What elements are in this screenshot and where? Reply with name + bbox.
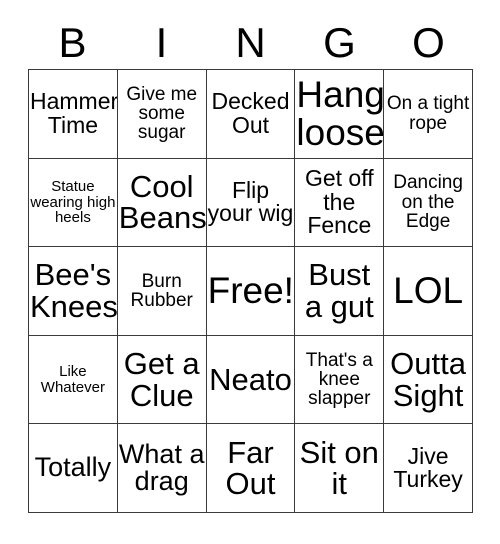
bingo-cell-label: Cool Beans [118, 168, 207, 236]
bingo-header-letter-g: G [323, 19, 356, 66]
bingo-cell[interactable]: Burn Rubber [117, 247, 207, 336]
bingo-cell-label: Free! [207, 270, 294, 312]
bingo-cell-label: Get a Clue [123, 345, 200, 413]
bingo-cell-label: Bust a gut [304, 257, 374, 324]
bingo-header-row: B I N G O [28, 18, 473, 68]
bingo-cell[interactable]: On a tight rope [384, 70, 473, 159]
bingo-cell[interactable]: That's a knee slapper [295, 335, 385, 425]
bingo-header-letter-o: O [412, 19, 445, 66]
bingo-cell-label: Give me some sugar [126, 83, 198, 144]
bingo-cell[interactable]: Far Out [206, 424, 296, 513]
bingo-cell-label: That's a knee slapper [305, 349, 373, 410]
bingo-cell[interactable]: Hammer Time [29, 70, 118, 159]
bingo-card: B I N G O Hammer Time Give me some sugar D… [0, 0, 500, 544]
bingo-cell[interactable]: Give me some sugar [117, 70, 207, 159]
bingo-cell[interactable]: Totally [29, 424, 118, 513]
bingo-header-letter-n: N [235, 19, 266, 66]
bingo-cell[interactable]: Sit on it [295, 424, 385, 513]
bingo-cell-label: Hammer Time [30, 88, 118, 138]
bingo-cell[interactable]: Flip your wig [206, 158, 296, 248]
bingo-header-letter-b: B [58, 19, 87, 66]
bingo-cell-label: Totally [34, 452, 112, 483]
bingo-cell-label: Sit on it [299, 434, 379, 502]
bingo-cell-label: Like Whatever [40, 363, 105, 396]
bingo-cell-label: Bee's Knees [30, 257, 118, 324]
bingo-cell[interactable]: Get a Clue [117, 335, 207, 425]
bingo-cell-label: On a tight rope [386, 93, 470, 134]
bingo-cell[interactable]: Hang loose [295, 70, 385, 159]
bingo-cell-label: Jive Turkey [393, 442, 463, 493]
bingo-cell-label: Outta Sight [390, 345, 466, 413]
bingo-cell-label: Decked Out [211, 88, 290, 138]
bingo-cell-label: What a drag [118, 438, 205, 497]
bingo-cell[interactable]: Free! [206, 247, 296, 336]
bingo-cell-label: Far Out [225, 434, 276, 502]
bingo-cell-label: Dancing on the Edge [393, 172, 463, 233]
bingo-cell[interactable]: Get off the Fence [295, 158, 385, 248]
bingo-cell[interactable]: What a drag [117, 424, 207, 513]
bingo-grid: Hammer Time Give me some sugar Decked Out H… [28, 69, 473, 513]
bingo-cell-label: Hang loose [296, 74, 385, 153]
bingo-header-letter-i: I [155, 19, 168, 66]
bingo-cell[interactable]: Dancing on the Edge [384, 158, 473, 248]
bingo-cell[interactable]: Neato [206, 335, 296, 425]
bingo-cell[interactable]: Cool Beans [117, 158, 207, 248]
bingo-cell[interactable]: LOL [384, 247, 473, 336]
bingo-cell[interactable]: Outta Sight [384, 335, 473, 425]
bingo-cell-label: Statue wearing high heels [30, 178, 116, 227]
bingo-cell-label: Get off the Fence [304, 165, 374, 239]
bingo-cell[interactable]: Jive Turkey [384, 424, 473, 513]
bingo-cell[interactable]: Bust a gut [295, 247, 385, 336]
bingo-cell[interactable]: Decked Out [206, 70, 296, 159]
bingo-cell[interactable]: Bee's Knees [29, 247, 118, 336]
bingo-cell-label: Burn Rubber [130, 270, 193, 311]
bingo-cell[interactable]: Like Whatever [29, 335, 118, 425]
bingo-cell-label: LOL [393, 270, 464, 312]
bingo-cell-label: Flip your wig [207, 176, 294, 227]
bingo-cell-label: Neato [209, 361, 292, 397]
bingo-cell[interactable]: Statue wearing high heels [29, 158, 118, 248]
